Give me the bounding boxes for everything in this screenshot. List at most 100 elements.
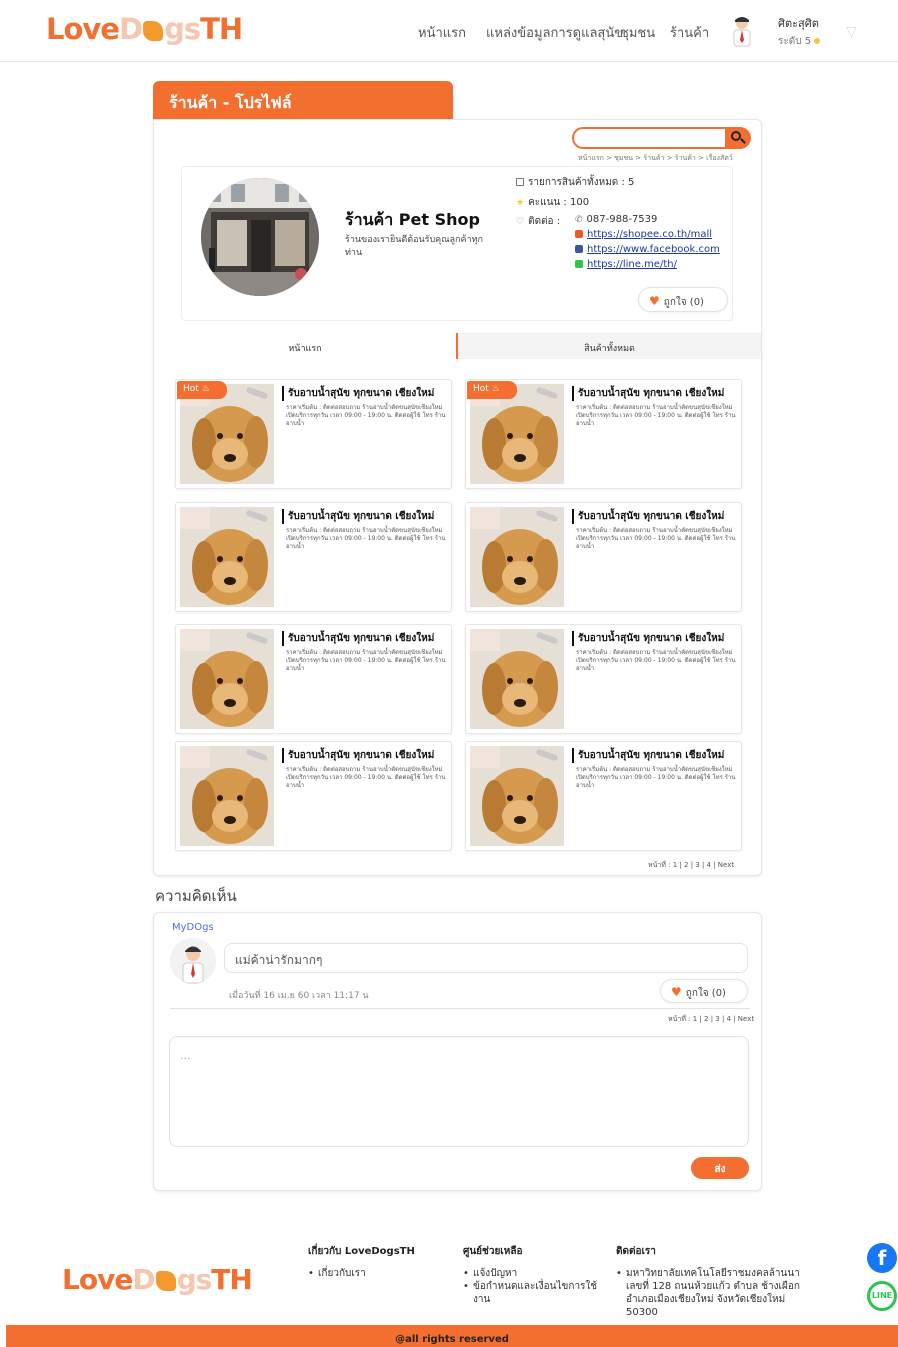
product-description: ราคาเริ่มต้น : ติดต่อสอบถาม ร้านอาบน้ำตั…	[576, 649, 736, 672]
level-star-icon	[814, 38, 821, 44]
link-shopee[interactable]: https://shopee.co.th/mall	[575, 229, 712, 240]
logo-text-d: D	[118, 12, 143, 46]
shopee-icon	[575, 230, 583, 238]
product-card[interactable]: Hot ♨ รับอาบน้ำสุนัข ทุกขนาด เชียงใหม่ ราค…	[175, 379, 452, 489]
product-title[interactable]: รับอาบน้ำสุนัข ทุกขนาด เชียงใหม่	[572, 748, 724, 763]
heart-icon: ♥	[649, 294, 660, 308]
product-description: ราคาเริ่มต้น : ติดต่อสอบถาม ร้านอาบน้ำตั…	[576, 404, 736, 427]
product-image[interactable]	[470, 746, 564, 846]
nav-dog-care-resources[interactable]: แหล่งข้อมูลการดูแลสุนัข	[486, 22, 623, 43]
copyright-bar: @all rights reserved	[6, 1325, 898, 1347]
search-input[interactable]	[572, 127, 750, 149]
nav-home[interactable]: หน้าแรก	[418, 22, 466, 43]
product-card[interactable]: รับอาบน้ำสุนัข ทุกขนาด เชียงใหม่ราคาเริ่…	[175, 502, 452, 612]
product-description: ราคาเริ่มต้น : ติดต่อสอบถาม ร้านอาบน้ำตั…	[286, 766, 446, 789]
contact-label-text: ติดต่อ :	[528, 216, 561, 227]
product-image[interactable]	[180, 507, 274, 607]
product-card[interactable]: รับอาบน้ำสุนัข ทุกขนาด เชียงใหม่ราคาเริ่…	[465, 502, 742, 612]
comments-pagination[interactable]: หน้าที่ : 1 | 2 | 3 | 4 | Next	[668, 1014, 754, 1025]
facebook-icon[interactable]: f	[867, 1243, 897, 1273]
tab-home[interactable]: หน้าแรก	[154, 333, 456, 359]
chevron-down-icon[interactable]: ▽	[846, 24, 862, 40]
footer-help: ศูนย์ช่วยเหลือ แจ้งปัญหาข้อกำหนดและเงื่อ…	[463, 1244, 603, 1306]
product-card[interactable]: รับอาบน้ำสุนัข ทุกขนาด เชียงใหม่ราคาเริ่…	[175, 741, 452, 851]
shop-name: ร้านค้า Pet Shop	[345, 210, 480, 229]
product-title[interactable]: รับอาบน้ำสุนัข ทุกขนาด เชียงใหม่	[282, 631, 434, 646]
footer-contact-title: ติดต่อเรา	[616, 1246, 656, 1257]
facebook-link[interactable]: https://www.facebook.com	[587, 244, 720, 255]
phone-number[interactable]: ✆ 087-988-7539	[575, 214, 657, 225]
product-description: ราคาเริ่มต้น : ติดต่อสอบถาม ร้านอาบน้ำตั…	[286, 649, 446, 672]
line-icon[interactable]: LINE	[867, 1281, 897, 1311]
link-line[interactable]: https://line.me/th/	[575, 259, 677, 270]
product-image[interactable]	[470, 629, 564, 729]
logo-text-love: Love	[46, 12, 120, 46]
comment-input[interactable]: ...	[169, 1036, 749, 1147]
product-image[interactable]	[180, 384, 274, 484]
comments-title: ความคิดเห็น	[155, 887, 237, 905]
fire-icon: ♨	[201, 384, 210, 394]
footer-link-report[interactable]: แจ้งปัญหา	[463, 1267, 603, 1280]
shop-like-button[interactable]: ♥ ถูกใจ (0)	[638, 287, 728, 312]
product-description: ราคาเริ่มต้น : ติดต่อสอบถาม ร้านอาบน้ำตั…	[576, 527, 736, 550]
nav-shop[interactable]: ร้านค้า	[670, 22, 709, 43]
send-comment-button[interactable]: ส่ง	[691, 1157, 749, 1179]
product-card[interactable]: Hot ♨ รับอาบน้ำสุนัข ทุกขนาด เชียงใหม่ราค…	[465, 379, 742, 489]
footer-link-about[interactable]: เกี่ยวกับเรา	[308, 1267, 448, 1280]
location-pin-icon: ♡	[516, 217, 525, 227]
link-facebook[interactable]: https://www.facebook.com	[575, 244, 720, 255]
product-title[interactable]: รับอาบน้ำสุนัข ทุกขนาด เชียงใหม่	[572, 631, 724, 646]
comment-text: แม่ค้าน่ารักมากๆ	[224, 943, 748, 973]
footer-about: เกี่ยวกับ LoveDogsTH เกี่ยวกับเรา	[308, 1244, 448, 1280]
products-pagination[interactable]: หน้าที่ : 1 | 2 | 3 | 4 | Next	[648, 860, 734, 871]
heart-icon: ♥	[671, 985, 682, 999]
shop-like-label: ถูกใจ (0)	[663, 297, 704, 308]
footer-link-terms[interactable]: ข้อกำหนดและเงื่อนไขการใช้งาน	[463, 1280, 603, 1306]
product-title[interactable]: รับอาบน้ำสุนัข ทุกขนาด เชียงใหม่	[282, 509, 434, 524]
breadcrumb[interactable]: หน้าแรก > ชุมชน > ร้านค้า > ร้านค้า > เร…	[578, 153, 733, 164]
comment-like-label: ถูกใจ (0)	[685, 988, 726, 999]
user-level-text: ระดับ 5	[778, 36, 812, 47]
contact-label: ♡ ติดต่อ :	[516, 214, 560, 229]
product-image[interactable]	[180, 746, 274, 846]
shop-score: ★ คะแนน : 100	[516, 195, 589, 210]
product-title[interactable]: รับอาบน้ำสุนัข ทุกขนาด เชียงใหม่	[572, 386, 724, 401]
product-description: ราคาเริ่มต้น : ติดต่อสอบถาม ร้านอาบน้ำตั…	[286, 404, 446, 427]
search-button[interactable]	[725, 127, 751, 149]
product-description: ราคาเริ่มต้น : ติดต่อสอบถาม ร้านอาบน้ำตั…	[576, 766, 736, 789]
hot-badge: Hot ♨	[467, 381, 517, 399]
product-title[interactable]: รับอาบน้ำสุนัข ทุกขนาด เชียงใหม่	[282, 748, 434, 763]
line-link[interactable]: https://line.me/th/	[587, 259, 677, 270]
phone-icon: ✆	[575, 215, 583, 225]
page-title: ร้านค้า - โปรไฟล์	[153, 81, 453, 121]
product-title[interactable]: รับอาบน้ำสุนัข ทุกขนาด เชียงใหม่	[282, 386, 434, 401]
user-avatar[interactable]	[730, 16, 754, 48]
product-card[interactable]: รับอาบน้ำสุนัข ทุกขนาด เชียงใหม่ราคาเริ่…	[175, 624, 452, 734]
product-card[interactable]: รับอาบน้ำสุนัข ทุกขนาด เชียงใหม่ราคาเริ่…	[465, 741, 742, 851]
line-small-icon	[575, 260, 583, 268]
shop-tabs: หน้าแรก สินค้าทั้งหมด	[154, 333, 761, 359]
fire-icon: ♨	[491, 384, 500, 394]
facebook-small-icon	[575, 245, 583, 253]
product-description: ราคาเริ่มต้น : ติดต่อสอบถาม ร้านอาบน้ำตั…	[286, 527, 446, 550]
product-card[interactable]: รับอาบน้ำสุนัข ทุกขนาด เชียงใหม่ราคาเริ่…	[465, 624, 742, 734]
product-title[interactable]: รับอาบน้ำสุนัข ทุกขนาด เชียงใหม่	[572, 509, 724, 524]
site-logo[interactable]: LoveD gsTH	[46, 12, 243, 46]
logo-text-gs: gs	[164, 12, 201, 46]
commenter-name[interactable]: MyDOgs	[172, 922, 214, 933]
shop-photo	[201, 178, 319, 296]
comment-like-button[interactable]: ♥ ถูกใจ (0)	[660, 979, 748, 1003]
tab-all-products[interactable]: สินค้าทั้งหมด	[458, 333, 761, 359]
footer-address: มหาวิทยาลัยเทคโนโลยีราชมงคลล้านนา เลขที่…	[616, 1267, 816, 1319]
shop-score-text: คะแนน : 100	[528, 197, 590, 208]
footer-logo[interactable]: LoveD gsTH	[62, 1263, 253, 1296]
user-name[interactable]: ศิตะสุศิต	[778, 14, 819, 32]
commenter-avatar[interactable]	[170, 938, 216, 984]
shopee-link[interactable]: https://shopee.co.th/mall	[587, 229, 712, 240]
product-image[interactable]	[470, 507, 564, 607]
comment-date: เมื่อวันที่ 16 เม.ย 60 เวลา 11:17 น	[229, 991, 369, 1001]
product-image[interactable]	[180, 629, 274, 729]
product-image[interactable]	[470, 384, 564, 484]
user-level: ระดับ 5	[778, 34, 821, 49]
nav-community[interactable]: ชุมชน	[620, 22, 655, 43]
